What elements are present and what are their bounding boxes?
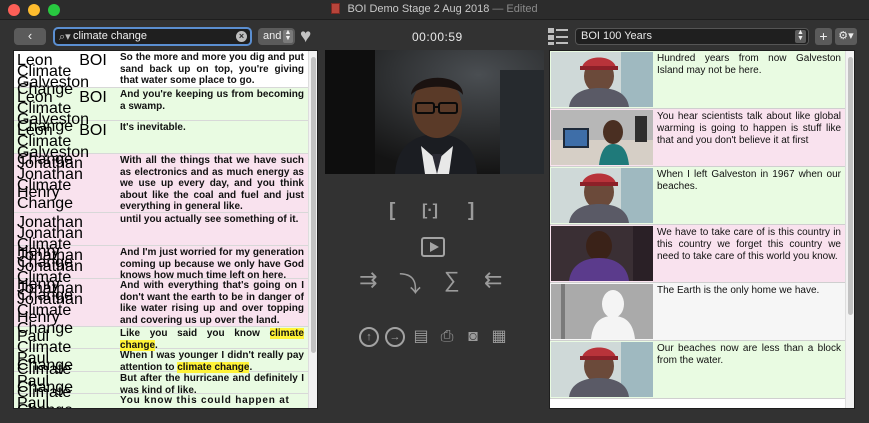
clip-row[interactable]: The Earth is the only home we have. — [550, 283, 846, 341]
transcript-text[interactable]: So the more and more you dig and put san… — [118, 52, 306, 87]
clip-text[interactable]: Hundred years from now Galveston Island … — [655, 53, 843, 77]
transcript-scrollbar[interactable] — [308, 51, 317, 408]
gear-menu-button[interactable]: ⚙▾ — [835, 28, 857, 45]
collection-select[interactable]: BOI 100 Years ▲ ▼ — [575, 28, 809, 45]
clip-row[interactable]: We have to take care of is this country … — [550, 225, 846, 283]
tag-chip[interactable]: Galveston — [17, 111, 89, 129]
split-clip-icon[interactable]: ⤵ — [399, 267, 421, 299]
clear-search-icon[interactable]: × — [236, 31, 247, 42]
tag-chip[interactable]: Climate Change — [17, 177, 117, 213]
clip-thumbnail[interactable] — [551, 226, 653, 281]
list-view-icon[interactable] — [548, 28, 568, 45]
tag-list: Jonathan Jonathan Henry Climate Change — [17, 214, 117, 271]
app-window: BOI Demo Stage 2 Aug 2018 — Edited ‹ ⌕▾ … — [0, 0, 869, 423]
transcript-text-part: . — [155, 339, 158, 351]
film-strip-icon[interactable]: ▦ — [489, 327, 509, 347]
clip-thumbnail[interactable] — [551, 52, 653, 107]
tag-chip[interactable]: Galveston — [17, 74, 89, 92]
updown-arrows-icon: ▲ ▼ — [283, 29, 293, 43]
clip-text[interactable]: Our beaches now are less than a block fr… — [655, 343, 843, 367]
updown-arrows-icon: ▲ ▼ — [795, 29, 806, 43]
transcript-text[interactable]: until you actually see something of it. — [118, 214, 306, 226]
sum-icon[interactable]: ∑ — [444, 267, 460, 293]
tag-list: Leon BOI Climate Change Galveston — [17, 52, 117, 98]
clip-row[interactable]: Hundred years from now Galveston Island … — [550, 51, 846, 109]
clip-text[interactable]: When I left Galveston in 1967 when our b… — [655, 169, 843, 193]
clip-row[interactable]: Our beaches now are less than a block fr… — [550, 341, 846, 399]
select-range-icon[interactable]: [·] — [422, 202, 438, 220]
tag-chip[interactable]: Climate Change — [17, 339, 117, 375]
clip-text[interactable]: The Earth is the only home we have. — [655, 285, 843, 297]
tag-chip[interactable]: Climate Change — [17, 302, 117, 338]
transcript-text[interactable]: And with everything that's going on I do… — [118, 280, 306, 326]
window-title-text: BOI Demo Stage 2 Aug 2018 — [347, 3, 490, 15]
scroll-thumb[interactable] — [311, 57, 316, 353]
merge-right-icon[interactable]: ⇉ — [359, 267, 377, 293]
favorite-heart-icon[interactable]: ♥ — [300, 27, 311, 46]
toolbar: ‹ ⌕▾ climate change × and ▲ ▼ ♥ 00:00:59 … — [0, 21, 869, 51]
clip-row[interactable]: When I left Galveston in 1967 when our b… — [550, 167, 846, 225]
video-frame — [325, 50, 544, 174]
transcript-text[interactable]: Like you said you know climate change. — [118, 328, 306, 351]
add-button[interactable]: + — [815, 28, 832, 45]
transcript-text[interactable]: With all the things that we have such as… — [118, 155, 306, 213]
play-icon — [430, 242, 439, 252]
transcript-row[interactable]: Jonathan Jonathan Henry Climate Change unti… — [14, 213, 310, 271]
tag-chip[interactable]: Climate Change — [17, 269, 117, 305]
document-info-icon[interactable]: ▤ — [411, 327, 431, 347]
clip-text[interactable]: You hear scientists talk about like glob… — [655, 111, 843, 147]
media-file-icon[interactable]: ◙ — [463, 327, 483, 347]
transcript-text-part: . — [249, 361, 253, 373]
clip-thumbnail[interactable] — [551, 284, 653, 339]
operator-select[interactable]: and ▲ ▼ — [258, 28, 295, 45]
print-icon[interactable]: ⎙ — [437, 327, 457, 347]
transcript-list[interactable]: Paul You know this could happen at Paul Cli… — [13, 50, 318, 409]
window-title: BOI Demo Stage 2 Aug 2018 — Edited — [0, 3, 869, 15]
play-button[interactable] — [421, 237, 445, 257]
forward-circle-icon[interactable]: → — [385, 327, 405, 347]
transcript-text[interactable]: You know this could happen at — [118, 395, 306, 407]
clip-thumbnail[interactable] — [551, 168, 653, 223]
transcript-text-part: Like you said you know — [120, 328, 270, 339]
tag-chip[interactable]: Galveston — [17, 144, 89, 162]
clip-list[interactable]: Our beaches now are less than a block fr… — [549, 50, 855, 409]
transcript-text[interactable]: But after the hurricane and definitely I… — [118, 373, 306, 396]
clip-thumbnail[interactable] — [551, 342, 653, 397]
mark-in-bracket-icon[interactable]: [ — [389, 200, 395, 222]
transcript-text[interactable]: And I'm just worried for my generation c… — [118, 247, 306, 282]
title-bar: BOI Demo Stage 2 Aug 2018 — Edited — [0, 0, 869, 20]
video-player[interactable] — [325, 50, 544, 174]
tag-chip[interactable]: Climate Change — [17, 236, 117, 272]
transcript-text[interactable]: It's inevitable. — [118, 122, 306, 134]
search-field[interactable]: ⌕▾ climate change × — [53, 27, 252, 46]
scroll-thumb[interactable] — [848, 57, 853, 315]
magnifier-icon: ⌕▾ — [59, 31, 71, 43]
search-highlight: climate change — [177, 361, 250, 373]
clip-thumbnail[interactable] — [551, 110, 653, 165]
collection-value: BOI 100 Years — [581, 30, 652, 42]
clip-scrollbar[interactable] — [845, 51, 854, 408]
transcript-text[interactable]: When I was younger I didn't really pay a… — [118, 350, 306, 373]
mark-out-bracket-icon[interactable]: ] — [468, 200, 474, 222]
clip-row[interactable]: You hear scientists talk about like glob… — [550, 109, 846, 167]
status-bar — [0, 410, 869, 423]
clip-text[interactable]: We have to take care of is this country … — [655, 227, 843, 263]
timecode: 00:00:59 — [412, 30, 463, 44]
document-icon — [331, 3, 341, 14]
transcript-text[interactable]: And you're keeping us from becoming a sw… — [118, 89, 306, 112]
back-button[interactable]: ‹ — [14, 28, 46, 45]
upload-circle-icon[interactable]: ↑ — [359, 327, 379, 347]
merge-left-icon[interactable]: ⇇ — [484, 267, 502, 293]
edited-status: — Edited — [492, 3, 538, 15]
transcript-row[interactable]: Leon BOI Climate Change Galveston So the mor… — [14, 51, 310, 98]
search-input[interactable]: climate change — [73, 30, 147, 42]
operator-value: and — [263, 30, 282, 42]
